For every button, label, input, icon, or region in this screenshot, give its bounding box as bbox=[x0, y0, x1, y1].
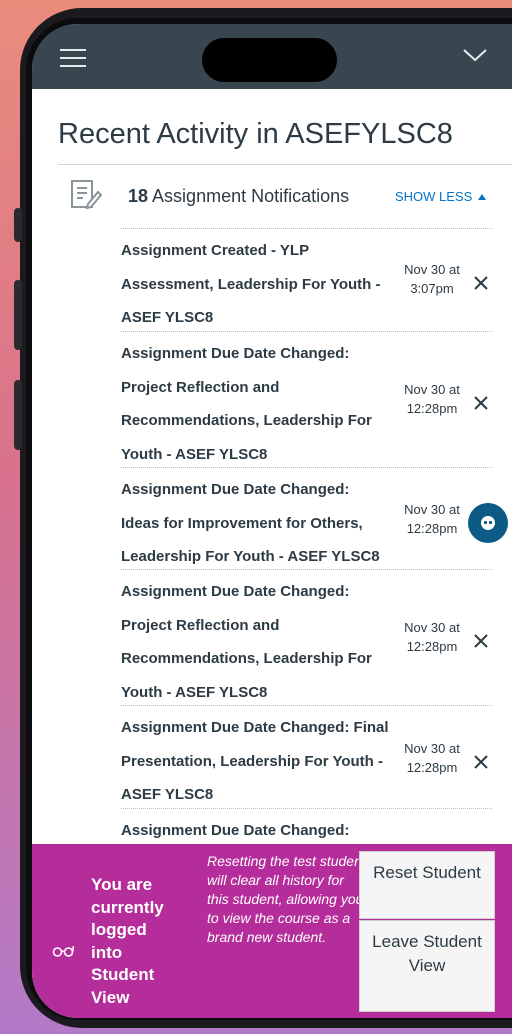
caret-up-icon bbox=[478, 194, 487, 200]
reset-student-button[interactable]: Reset Student bbox=[359, 851, 495, 919]
notification-count: 18 bbox=[128, 186, 149, 206]
notification-text: Assignment Due Date Changed: Project Ref… bbox=[121, 345, 372, 463]
item-divider bbox=[121, 467, 492, 468]
item-divider bbox=[121, 705, 492, 706]
item-divider bbox=[121, 228, 492, 229]
close-icon[interactable] bbox=[473, 754, 489, 770]
phone-side-button bbox=[14, 280, 22, 350]
item-divider bbox=[121, 569, 492, 570]
notification-group-title: 18 Assignment Notifications bbox=[128, 186, 349, 207]
help-bubble-button[interactable] bbox=[468, 503, 508, 543]
close-icon[interactable] bbox=[473, 633, 489, 649]
app-screen: Recent Activity in ASEFYLSC8 18 Assignme… bbox=[32, 24, 512, 1018]
item-divider bbox=[121, 808, 492, 809]
notification-date: Nov 30 at 12:28pm bbox=[404, 620, 460, 654]
notification-text: Assignment Due Date Changed: Final Prese… bbox=[121, 719, 389, 803]
notification-label: Assignment Notifications bbox=[152, 186, 350, 206]
item-divider bbox=[121, 331, 492, 332]
student-view-status: You are currently logged into Student Vi… bbox=[91, 875, 164, 1007]
notification-text: Assignment Due Date Changed: bbox=[121, 822, 350, 839]
notification-text: Assignment Due Date Changed: Ideas for I… bbox=[121, 481, 380, 565]
notification-date: Nov 30 at 12:28pm bbox=[404, 382, 460, 416]
student-view-banner: You are currently logged into Student Vi… bbox=[32, 844, 512, 1018]
help-bubble-icon bbox=[481, 516, 495, 530]
notification-date: Nov 30 at 12:28pm bbox=[404, 741, 460, 775]
show-less-label: SHOW LESS bbox=[395, 189, 473, 204]
phone-frame: Recent Activity in ASEFYLSC8 18 Assignme… bbox=[0, 0, 512, 1034]
hamburger-icon[interactable] bbox=[60, 49, 86, 67]
notification-text: Assignment Due Date Changed: Project Ref… bbox=[121, 583, 372, 701]
show-less-button[interactable]: SHOW LESS bbox=[395, 189, 487, 204]
notification-date: Nov 30 at 3:07pm bbox=[404, 262, 460, 296]
page-title: Recent Activity in ASEFYLSC8 bbox=[58, 118, 453, 150]
phone-side-button bbox=[14, 208, 22, 242]
divider bbox=[58, 164, 512, 165]
phone-side-button bbox=[14, 380, 22, 450]
dynamic-island bbox=[202, 38, 337, 82]
glasses-icon bbox=[52, 945, 74, 957]
leave-student-view-button[interactable]: Leave Student View bbox=[359, 920, 495, 1012]
top-bar bbox=[32, 24, 512, 89]
chevron-down-icon[interactable] bbox=[462, 46, 488, 64]
notification-text: Assignment Created - YLP Assessment, Lea… bbox=[121, 242, 381, 326]
assignment-icon bbox=[71, 180, 102, 210]
student-view-info: Resetting the test student will clear al… bbox=[207, 853, 366, 945]
close-icon[interactable] bbox=[473, 275, 489, 291]
notification-date: Nov 30 at 12:28pm bbox=[404, 502, 460, 536]
close-icon[interactable] bbox=[473, 395, 489, 411]
